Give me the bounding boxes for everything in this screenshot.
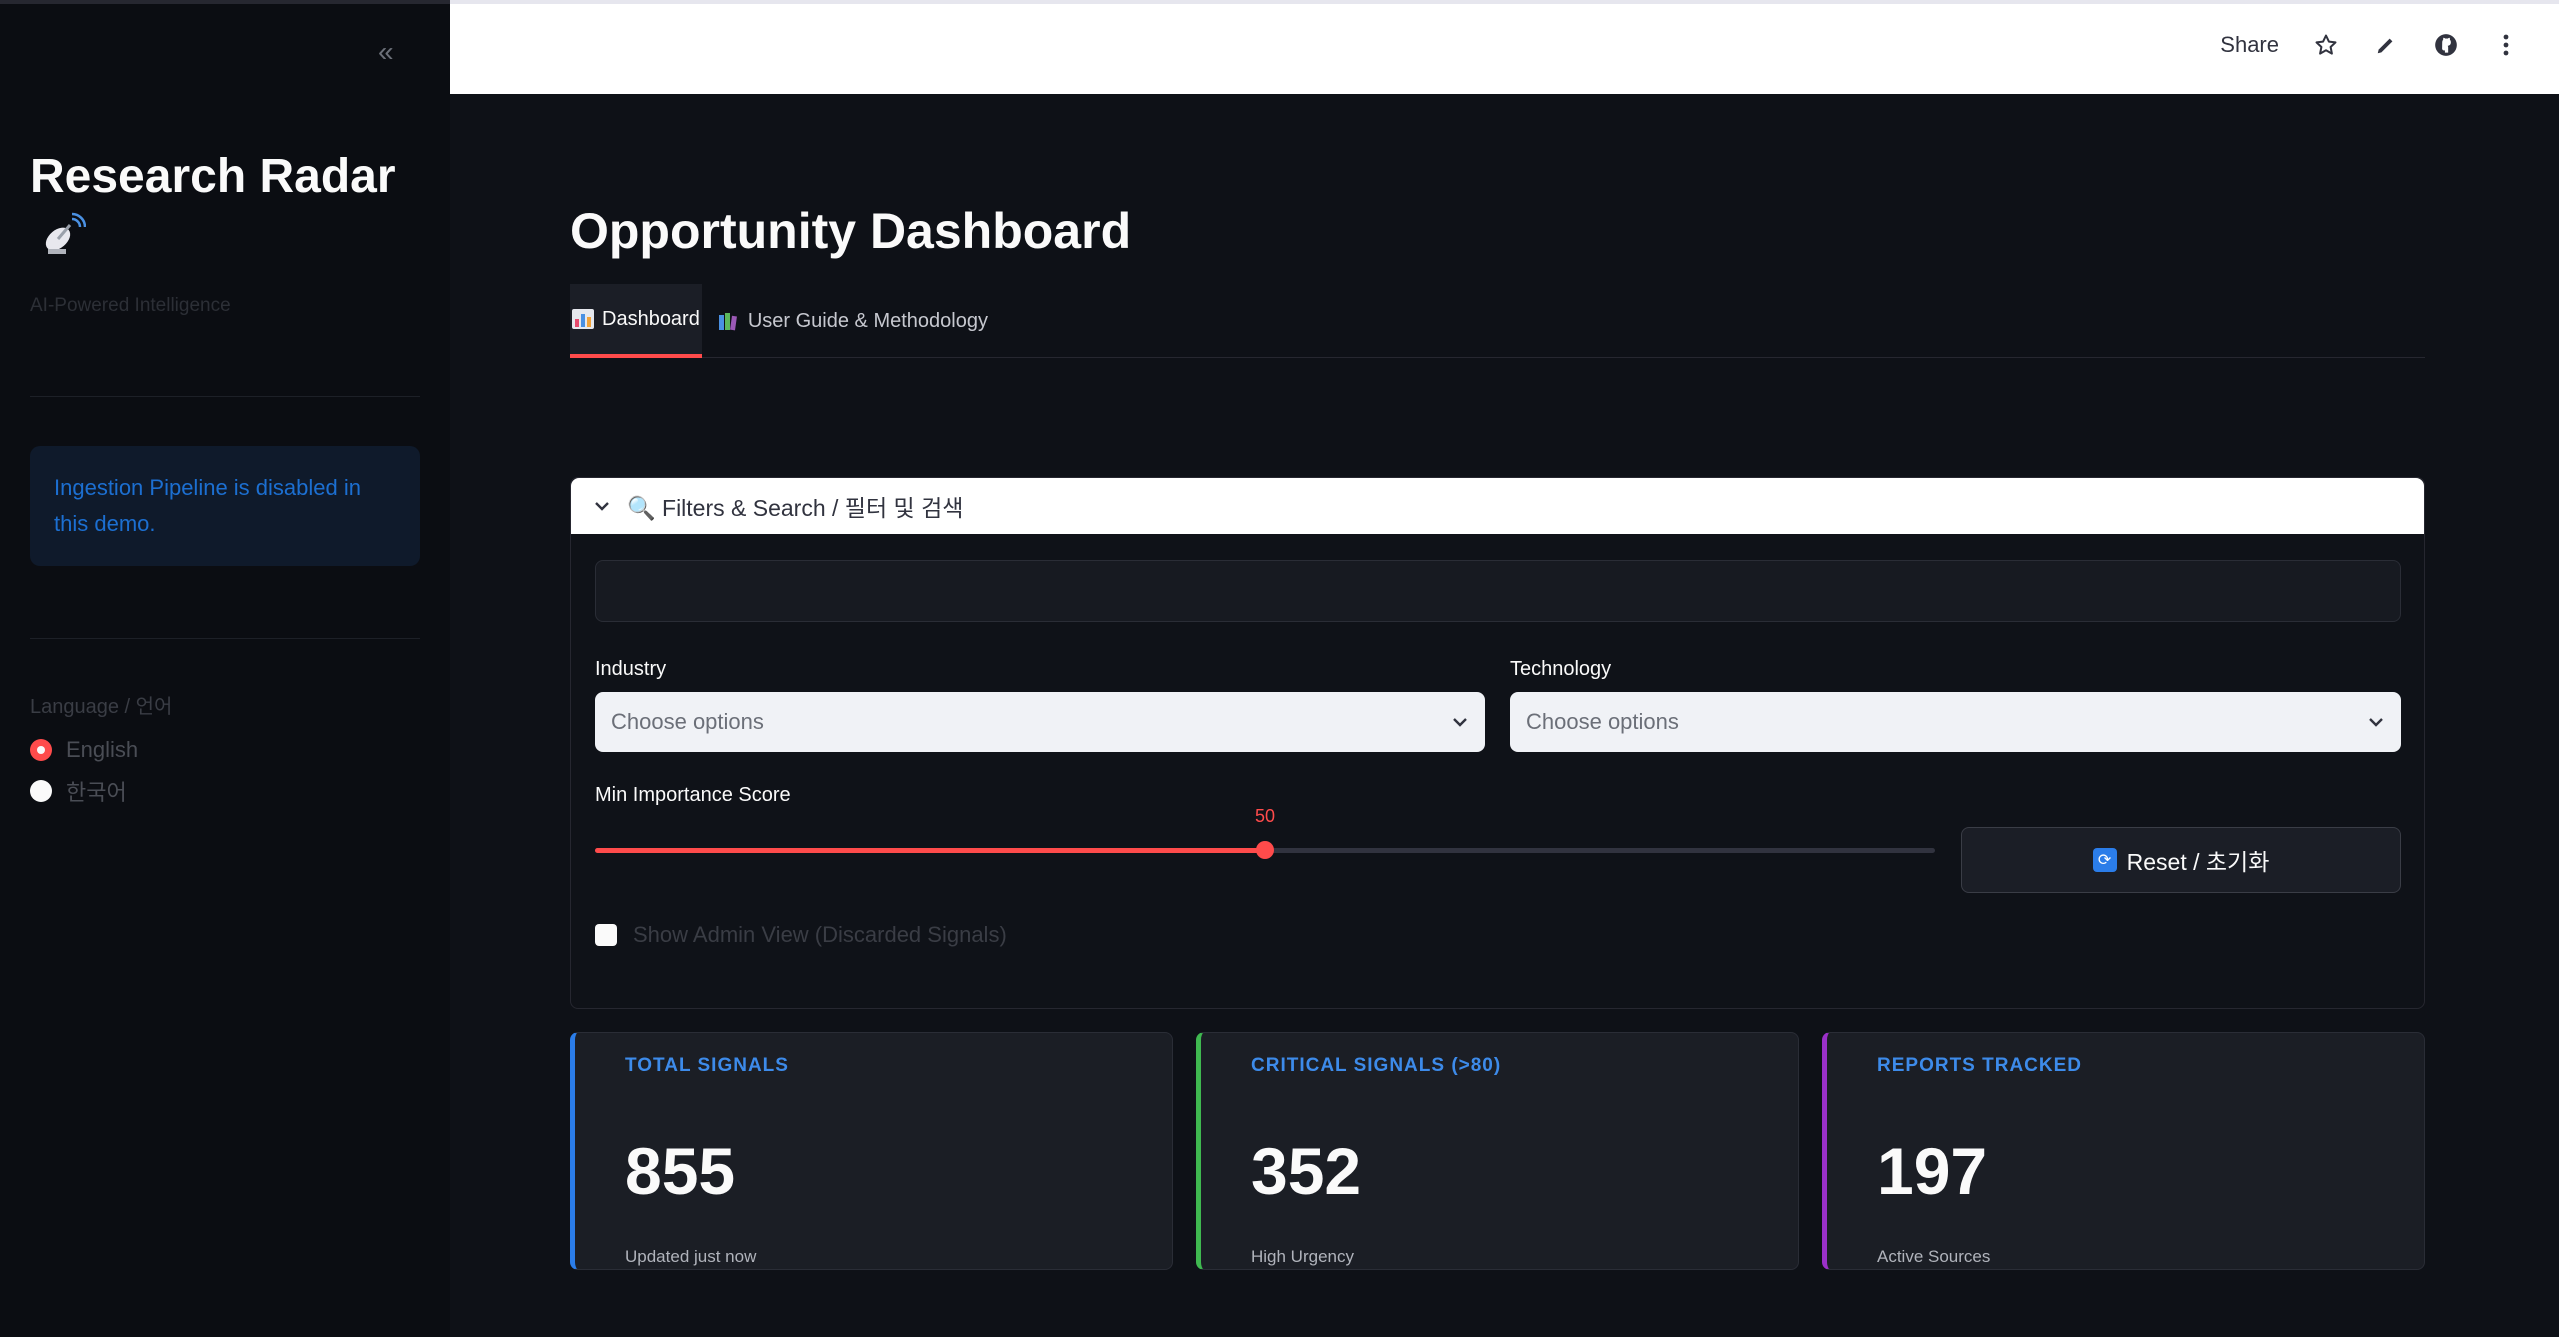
industry-placeholder: Choose options bbox=[611, 709, 764, 734]
slider-thumb[interactable] bbox=[1256, 841, 1274, 859]
radio-label: 한국어 bbox=[66, 780, 127, 805]
top-toolbar: Share bbox=[450, 0, 2559, 94]
collapse-sidebar-icon[interactable]: « bbox=[378, 36, 394, 68]
sidebar-divider bbox=[30, 638, 420, 639]
search-input[interactable] bbox=[595, 560, 2401, 622]
language-label: Language / 언어 bbox=[30, 696, 173, 718]
tab-dashboard[interactable]: Dashboard bbox=[570, 284, 702, 358]
chevron-down-icon bbox=[1453, 718, 1467, 727]
admin-view-label: Show Admin View (Discarded Signals) bbox=[633, 922, 1007, 947]
metric-card-total: TOTAL SIGNALS 855 Updated just now bbox=[570, 1032, 1173, 1270]
metric-card-critical: CRITICAL SIGNALS (>80) 352 High Urgency bbox=[1196, 1032, 1799, 1270]
slider-fill bbox=[595, 848, 1265, 853]
min-score-label: Min Importance Score bbox=[595, 784, 791, 806]
technology-label: Technology bbox=[1510, 658, 1612, 680]
app-title: Research Radar bbox=[30, 150, 396, 203]
radio-selected-icon[interactable] bbox=[30, 739, 52, 761]
github-icon[interactable] bbox=[2433, 32, 2459, 58]
reset-label: Reset / 초기화 bbox=[2126, 849, 2270, 875]
filters-title: 🔍 Filters & Search / 필터 및 검색 bbox=[627, 495, 964, 521]
app-subtitle: AI-Powered Intelligence bbox=[30, 295, 231, 316]
metric-card-reports: REPORTS TRACKED 197 Active Sources bbox=[1822, 1032, 2425, 1270]
technology-select[interactable]: Choose options bbox=[1510, 692, 2401, 752]
industry-label: Industry bbox=[595, 658, 667, 680]
metric-value: 197 bbox=[1877, 1134, 1988, 1208]
books-icon bbox=[718, 313, 737, 331]
metric-label: TOTAL SIGNALS bbox=[625, 1055, 789, 1076]
metric-value: 855 bbox=[625, 1134, 736, 1208]
min-score-slider[interactable]: 50 bbox=[595, 806, 1935, 859]
tab-label: Dashboard bbox=[602, 307, 700, 330]
pencil-icon[interactable] bbox=[2373, 32, 2399, 58]
metric-label: CRITICAL SIGNALS (>80) bbox=[1251, 1055, 1502, 1076]
metric-label: REPORTS TRACKED bbox=[1877, 1055, 2083, 1076]
tab-user-guide[interactable]: User Guide & Methodology bbox=[716, 284, 990, 358]
reset-button[interactable]: ⟳ Reset / 초기화 bbox=[1961, 827, 2401, 893]
tab-label: User Guide & Methodology bbox=[747, 309, 988, 332]
kebab-menu-icon[interactable] bbox=[2493, 32, 2519, 58]
info-alert: Ingestion Pipeline is disabled in this d… bbox=[30, 446, 420, 566]
radio-english[interactable]: English bbox=[30, 737, 138, 763]
checkbox-box[interactable] bbox=[595, 924, 617, 946]
filters-expander: 🔍 Filters & Search / 필터 및 검색 Industry Ch… bbox=[570, 477, 2425, 1009]
radio-unselected-icon[interactable] bbox=[30, 780, 52, 802]
tab-bar: Dashboard User Guide & Methodology bbox=[570, 284, 2425, 358]
star-icon[interactable] bbox=[2313, 32, 2339, 58]
slider-value: 50 bbox=[1254, 806, 1276, 826]
sidebar-divider bbox=[30, 396, 420, 397]
sidebar: « Research Radar AI-Powered Intelligence… bbox=[0, 0, 450, 1337]
industry-select[interactable]: Choose options bbox=[595, 692, 1485, 752]
bar-chart-icon bbox=[572, 309, 594, 329]
radio-label: English bbox=[66, 737, 139, 762]
main-content: Opportunity Dashboard Dashboard User Gui… bbox=[450, 94, 2559, 1337]
metric-subtext: Updated just now bbox=[625, 1247, 757, 1266]
metric-subtext: High Urgency bbox=[1251, 1247, 1354, 1266]
filters-expander-header[interactable]: 🔍 Filters & Search / 필터 및 검색 bbox=[571, 478, 2424, 534]
technology-placeholder: Choose options bbox=[1526, 709, 1679, 734]
admin-view-checkbox[interactable]: Show Admin View (Discarded Signals) bbox=[595, 922, 1007, 948]
chevron-down-icon bbox=[2369, 718, 2383, 727]
radio-korean[interactable]: 한국어 bbox=[30, 775, 127, 807]
chevron-down-icon bbox=[595, 502, 609, 511]
share-button[interactable]: Share bbox=[2220, 32, 2279, 58]
satellite-dish-icon bbox=[45, 212, 86, 254]
metric-subtext: Active Sources bbox=[1877, 1247, 1991, 1266]
metric-value: 352 bbox=[1251, 1134, 1362, 1208]
refresh-icon: ⟳ bbox=[2092, 848, 2117, 872]
page-title: Opportunity Dashboard bbox=[570, 203, 1132, 259]
